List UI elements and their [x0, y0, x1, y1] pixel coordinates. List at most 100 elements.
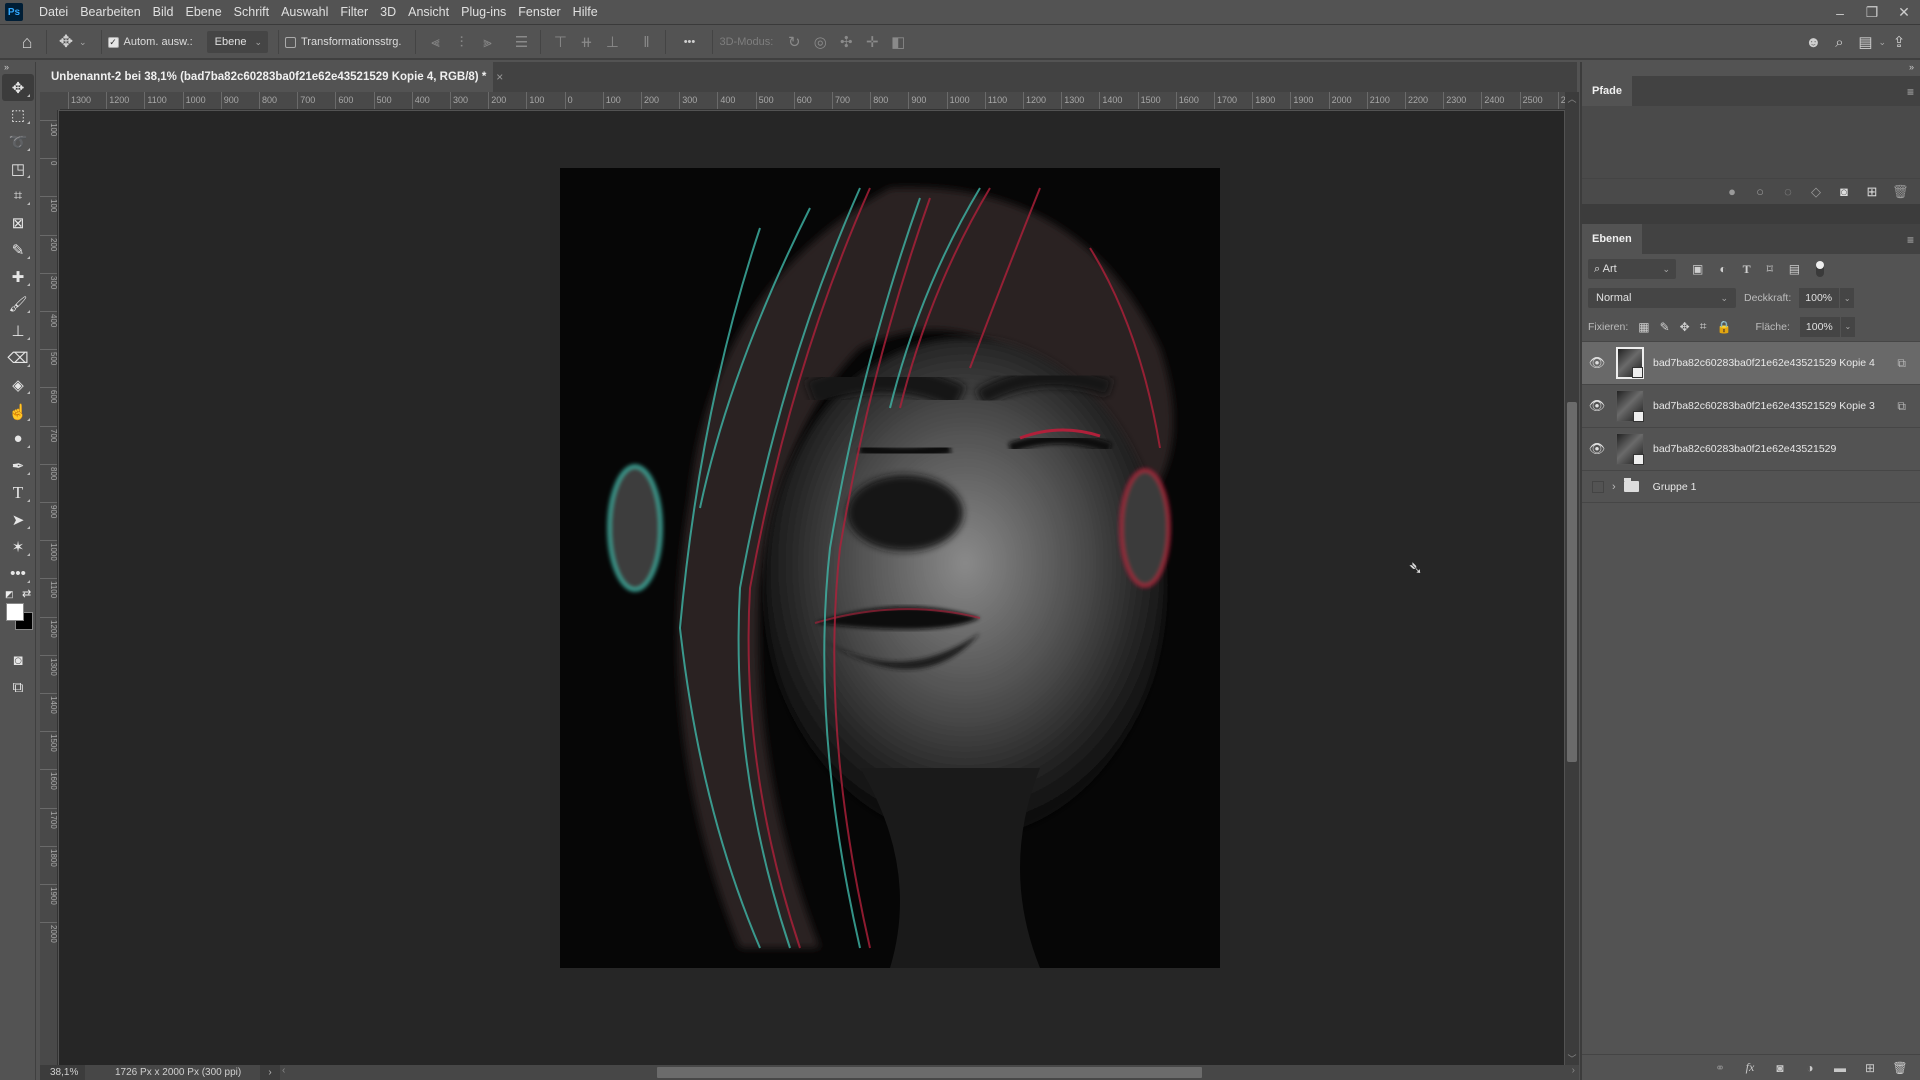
menu-bearbeiten[interactable]: Bearbeiten [74, 0, 146, 25]
close-button[interactable]: ✕ [1888, 0, 1920, 25]
lock-image-pixels-icon[interactable]: ✎ [1660, 320, 1670, 334]
filter-type-layers-icon[interactable]: T [1743, 262, 1751, 277]
type-tool-icon[interactable]: T [2, 479, 34, 506]
more-options-icon[interactable]: ••• [672, 29, 706, 55]
crop-tool-icon[interactable]: ⌗ [2, 182, 34, 209]
scroll-up-icon[interactable]: ︿ [1565, 92, 1579, 105]
share-export-icon[interactable]: ⇪ [1886, 29, 1912, 55]
document-tab[interactable]: Unbenannt-2 bei 38,1% (bad7ba82c60283ba0… [37, 62, 503, 92]
healing-brush-tool-icon[interactable]: ✚ [2, 263, 34, 290]
menu-bild[interactable]: Bild [147, 0, 180, 25]
object-selection-tool-icon[interactable]: ◳ [2, 155, 34, 182]
move-tool-icon[interactable]: ✥ [53, 29, 79, 55]
visibility-toggle-empty[interactable] [1592, 480, 1604, 493]
default-colors-icon[interactable]: ◩ [5, 589, 14, 600]
vertical-scroll-thumb[interactable] [1567, 402, 1577, 762]
visibility-eye-icon[interactable]: 👁 [1582, 441, 1612, 457]
auto-select-target-dropdown[interactable]: Ebene ⌄ [206, 31, 268, 53]
foreground-color-swatch[interactable] [6, 603, 24, 621]
menu-3d[interactable]: 3D [374, 0, 402, 25]
layer-style-fx-icon[interactable]: fx [1742, 1060, 1758, 1075]
group-name[interactable]: Gruppe 1 [1653, 481, 1697, 493]
swap-colors-icon[interactable]: ⇄ [22, 587, 31, 600]
zoom-level-field[interactable]: 38,1% [40, 1067, 85, 1078]
layer-name[interactable]: bad7ba82c60283ba0f21e62e43521529 [1653, 443, 1836, 455]
tab-layers[interactable]: Ebenen [1582, 224, 1642, 254]
smudge-tool-icon[interactable]: ☝ [2, 398, 34, 425]
new-group-folder-icon[interactable]: ▬ [1832, 1061, 1848, 1075]
align-horizontal-center-icon[interactable]: ⫶ [448, 29, 474, 55]
menu-hilfe[interactable]: Hilfe [567, 0, 604, 25]
layers-panel-menu-icon[interactable]: ≡ [1907, 233, 1914, 247]
opacity-slider-chevron-icon[interactable]: ⌄ [1840, 288, 1855, 308]
paint-bucket-tool-icon[interactable]: ◈ [2, 371, 34, 398]
lock-position-icon[interactable]: ✥ [1680, 320, 1690, 334]
layer-group-row[interactable]: › Gruppe 1 [1582, 471, 1920, 503]
share-user-icon[interactable]: ☻ [1800, 29, 1826, 55]
pen-tool-icon[interactable]: ✒ [2, 452, 34, 479]
fill-field[interactable]: 100% [1799, 316, 1840, 337]
make-work-path-icon[interactable]: ◇ [1808, 184, 1824, 200]
workspace-chevron-icon[interactable]: ⌄ [1878, 37, 1886, 48]
lasso-tool-icon[interactable]: ➰ [2, 128, 34, 155]
delete-layer-icon[interactable]: 🗑 [1892, 1061, 1908, 1075]
visibility-eye-icon[interactable]: 👁 [1582, 355, 1612, 371]
lock-all-icon[interactable]: 🔒 [1717, 320, 1732, 334]
close-document-icon[interactable]: × [496, 70, 503, 84]
eraser-tool-icon[interactable]: ⌫ [2, 344, 34, 371]
opacity-field[interactable]: 100% [1799, 288, 1840, 308]
add-mask-icon[interactable]: ◙ [1836, 184, 1852, 199]
tab-paths[interactable]: Pfade [1582, 76, 1632, 106]
screen-mode-icon[interactable]: ⧉ [2, 674, 34, 701]
fill-slider-chevron-icon[interactable]: ⌄ [1840, 316, 1855, 337]
collapse-dock-icon[interactable]: » [1582, 62, 1920, 76]
add-layer-mask-icon[interactable]: ◙ [1772, 1061, 1788, 1075]
new-layer-icon[interactable]: ⊞ [1862, 1061, 1878, 1075]
filter-adjustment-layers-icon[interactable]: ◐ [1719, 262, 1726, 276]
scroll-left-icon[interactable]: ‹ [282, 1065, 285, 1076]
align-top-icon[interactable]: ⊤ [547, 29, 573, 55]
menu-filter[interactable]: Filter [334, 0, 374, 25]
restore-button[interactable]: ❐ [1856, 0, 1888, 25]
align-right-icon[interactable]: ⫸ [474, 29, 500, 55]
horizontal-scroll-thumb[interactable] [657, 1067, 1202, 1078]
tool-preset-chevron-icon[interactable]: ⌄ [79, 37, 87, 48]
status-menu-arrow-icon[interactable]: › [260, 1067, 280, 1078]
vertical-scrollbar[interactable]: ︿ ﹀ [1565, 92, 1579, 1065]
expand-chevron-icon[interactable]: › [1612, 481, 1616, 493]
minimize-button[interactable]: – [1824, 0, 1856, 25]
document-canvas-image[interactable] [560, 168, 1220, 968]
custom-shape-tool-icon[interactable]: ✶ [2, 533, 34, 560]
filter-smart-objects-icon[interactable]: ▤ [1789, 262, 1800, 276]
load-path-as-selection-icon[interactable]: ◌ [1780, 184, 1796, 199]
menu-fenster[interactable]: Fenster [512, 0, 566, 25]
layer-name[interactable]: bad7ba82c60283ba0f21e62e43521529 Kopie 3 [1653, 400, 1875, 412]
scroll-down-icon[interactable]: ﹀ [1565, 1052, 1579, 1065]
dodge-tool-icon[interactable]: ● [2, 425, 34, 452]
ruler-origin[interactable] [40, 92, 60, 110]
menu-auswahl[interactable]: Auswahl [275, 0, 334, 25]
layer-row[interactable]: 👁 bad7ba82c60283ba0f21e62e43521529 [1582, 428, 1920, 471]
blend-mode-dropdown[interactable]: Normal ⌄ [1588, 288, 1736, 308]
brush-tool-icon[interactable]: 🖌 [2, 290, 34, 317]
layer-name[interactable]: bad7ba82c60283ba0f21e62e43521529 Kopie 4 [1653, 357, 1875, 369]
home-icon[interactable]: ⌂ [14, 29, 40, 55]
menu-schrift[interactable]: Schrift [228, 0, 275, 25]
3d-roll-icon[interactable]: ◎ [807, 29, 833, 55]
new-path-icon[interactable]: ⊞ [1864, 184, 1880, 200]
delete-path-icon[interactable]: 🗑 [1892, 184, 1909, 200]
auto-select-checkbox[interactable]: ✓ [107, 36, 119, 48]
vertical-ruler[interactable]: 100 0 100 200 300 400 500 600 700 800 900 1000 1100 1… [40, 110, 58, 1065]
menu-ebene[interactable]: Ebene [180, 0, 228, 25]
distribute-vertical-icon[interactable]: ☰ [508, 29, 534, 55]
paths-panel-menu-icon[interactable]: ≡ [1907, 85, 1914, 99]
3d-pan-icon[interactable]: ✣ [833, 29, 859, 55]
menu-plugins[interactable]: Plug-ins [455, 0, 512, 25]
workspace-icon[interactable]: ▤ [1852, 29, 1878, 55]
stroke-path-icon[interactable]: ○ [1752, 184, 1768, 199]
search-icon[interactable]: ⌕ [1826, 29, 1852, 55]
quick-mask-icon[interactable]: ◙ [2, 647, 34, 674]
distribute-horizontal-icon[interactable]: ‖ [633, 29, 659, 55]
edit-toolbar-icon[interactable]: ••• [2, 560, 34, 587]
transform-controls-checkbox[interactable] [285, 36, 296, 48]
